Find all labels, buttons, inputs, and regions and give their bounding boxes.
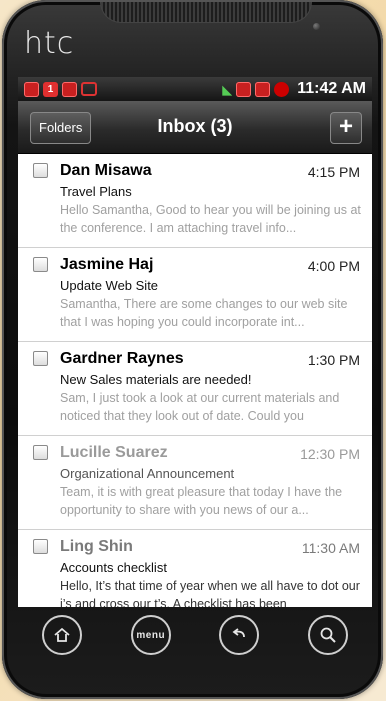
email-item[interactable]: Lucille Suarez 12:30 PM Organizational A…: [18, 436, 372, 530]
email-item[interactable]: Jasmine Haj 4:00 PM Update Web Site Sama…: [18, 248, 372, 342]
menu-button[interactable]: menu: [130, 615, 171, 655]
email-subject: Update Web Site: [60, 278, 159, 293]
compose-button[interactable]: +: [330, 112, 362, 144]
email-subject: Travel Plans: [60, 184, 132, 199]
email-time: 11:30 AM: [301, 540, 360, 556]
hardware-nav-bar: menu: [18, 607, 372, 663]
back-icon: [232, 628, 246, 638]
email-preview: Hello, It’s that time of year when we al…: [60, 579, 360, 607]
status-bar: 1 ◣ 11:42 AM: [18, 77, 372, 101]
front-camera: [313, 23, 320, 30]
email-time: 4:15 PM: [307, 164, 360, 180]
back-button[interactable]: [219, 615, 260, 655]
chat-bubble-icon: [81, 82, 97, 96]
email-item[interactable]: Dan Misawa 4:15 PM Travel Plans Hello Sa…: [18, 154, 372, 248]
email-time: 12:30 PM: [300, 446, 360, 462]
home-button[interactable]: [42, 615, 83, 655]
phone-screen: 1 ◣ 11:42 AM Folders Inbox (3) + Dan Mis…: [18, 77, 372, 607]
email-item[interactable]: Gardner Raynes 1:30 PM New Sales materia…: [18, 342, 372, 436]
email-subject: Accounts checklist: [60, 560, 167, 575]
email-checkbox[interactable]: [33, 163, 48, 178]
brand-logo: htc: [24, 26, 75, 61]
email-checkbox[interactable]: [33, 257, 48, 272]
email-sender: Ling Shin: [60, 538, 133, 555]
email-sender: Jasmine Haj: [60, 256, 154, 273]
email-checkbox[interactable]: [33, 445, 48, 460]
email-list: Dan Misawa 4:15 PM Travel Plans Hello Sa…: [18, 154, 372, 607]
email-time: 1:30 PM: [307, 352, 360, 368]
email-sender: Gardner Raynes: [60, 350, 184, 367]
earpiece-speaker: [100, 2, 312, 23]
search-button[interactable]: [307, 615, 348, 655]
phone-frame: htc 1 ◣ 11:42 AM Folders Inbox (3) + Dan…: [2, 0, 383, 699]
search-icon: [320, 627, 336, 643]
email-subject: New Sales materials are needed!: [60, 372, 252, 387]
email-checkbox[interactable]: [33, 539, 48, 554]
data-transfer-icon: [236, 81, 252, 97]
email-sender: Dan Misawa: [60, 162, 152, 179]
title-bar: Folders Inbox (3) +: [18, 101, 372, 154]
page-title: Inbox (3): [157, 116, 233, 136]
home-icon: [54, 627, 70, 642]
notification-one-icon: 1: [43, 81, 58, 97]
email-item[interactable]: Ling Shin 11:30 AM Accounts checklist He…: [18, 530, 372, 607]
gps-satellite-icon: ◣: [222, 81, 233, 97]
email-preview: Hello Samantha, Good to hear you will be…: [60, 203, 361, 235]
notification-red-icon: [24, 81, 39, 97]
status-time: 11:42 AM: [297, 80, 366, 97]
email-checkbox[interactable]: [33, 351, 48, 366]
email-preview: Sam, I just took a look at our current m…: [60, 391, 340, 423]
email-sender: Lucille Suarez: [60, 444, 168, 461]
signal-icon: [255, 81, 271, 97]
gmail-icon: [62, 81, 77, 97]
email-preview: Samantha, There are some changes to our …: [60, 297, 348, 329]
battery-icon: [274, 81, 290, 97]
email-time: 4:00 PM: [307, 258, 360, 274]
email-subject: Organizational Announcement: [60, 466, 235, 481]
email-preview: Team, it is with great pleasure that tod…: [60, 485, 343, 517]
